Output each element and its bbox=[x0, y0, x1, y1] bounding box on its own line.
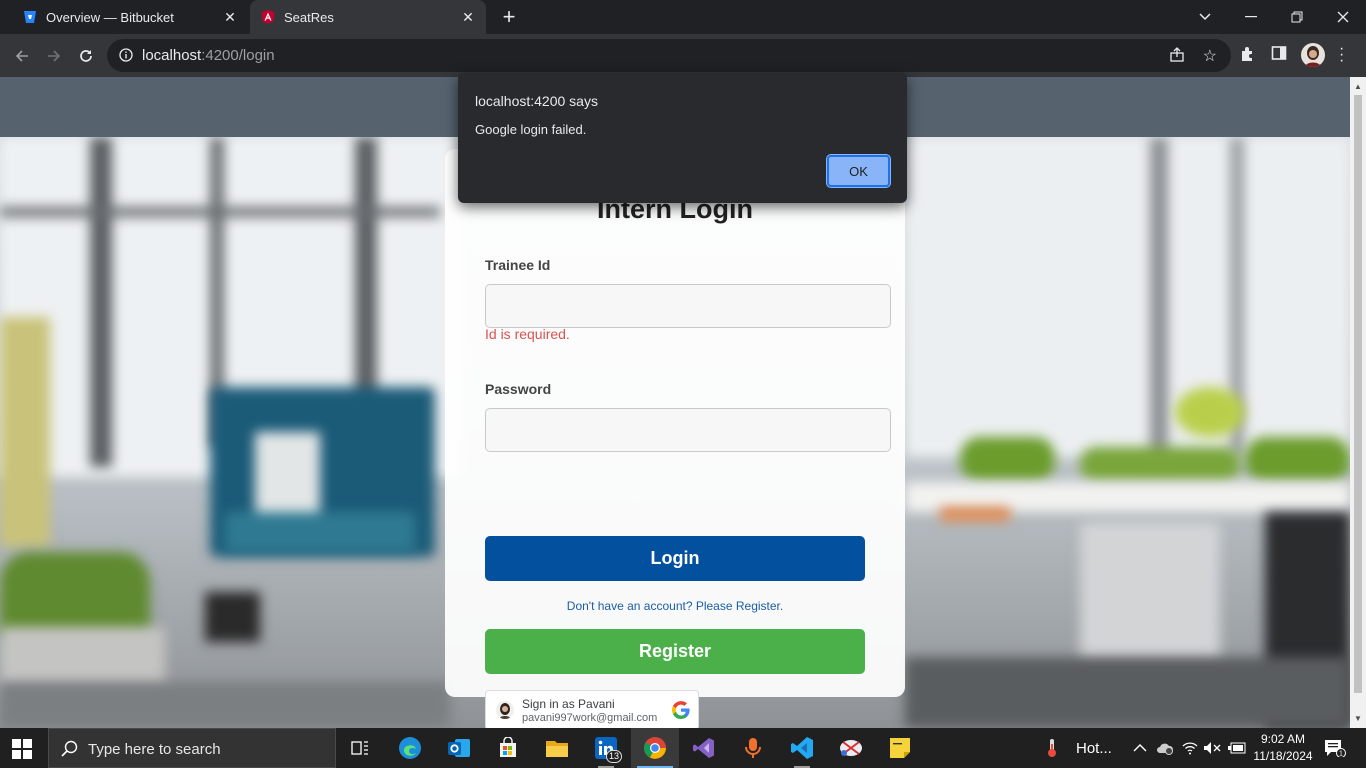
search-icon bbox=[61, 740, 79, 763]
alert-dialog: localhost:4200 says Google login failed.… bbox=[458, 73, 907, 203]
windows-start-icon[interactable] bbox=[12, 739, 32, 764]
bookmark-star-icon[interactable]: ☆ bbox=[1203, 46, 1217, 66]
trainee-id-label: Trainee Id bbox=[485, 257, 551, 273]
weather-widget[interactable]: Hot... bbox=[1044, 728, 1112, 768]
restore-icon[interactable] bbox=[1274, 0, 1320, 34]
search-placeholder: Type here to search bbox=[88, 741, 221, 758]
register-button[interactable]: Register bbox=[485, 629, 865, 674]
side-panel-icon[interactable] bbox=[1271, 45, 1287, 66]
tab-seatres[interactable]: SeatRes ✕ bbox=[250, 0, 486, 34]
tab-search-icon[interactable] bbox=[1182, 0, 1228, 34]
chrome-icon[interactable] bbox=[631, 728, 679, 768]
dialog-message: Google login failed. bbox=[475, 122, 587, 137]
microsoft-store-icon[interactable] bbox=[484, 728, 532, 768]
google-account-name: Sign in as Pavani bbox=[522, 697, 615, 711]
google-sign-in-button[interactable]: Sign in as Pavani pavani997work@gmail.co… bbox=[485, 690, 699, 728]
scroll-up-icon[interactable]: ▲ bbox=[1354, 82, 1362, 91]
login-button[interactable]: Login bbox=[485, 536, 865, 581]
page-scrollbar[interactable]: ▲ ▼ bbox=[1350, 77, 1366, 728]
task-view-icon[interactable] bbox=[336, 728, 384, 768]
snipping-tool-icon[interactable] bbox=[827, 728, 875, 768]
clock-time: 9:02 AM bbox=[1260, 732, 1306, 746]
bitbucket-icon bbox=[22, 9, 38, 25]
volume-muted-icon[interactable] bbox=[1203, 728, 1221, 768]
battery-icon[interactable] bbox=[1228, 728, 1246, 768]
edge-icon[interactable] bbox=[386, 728, 434, 768]
password-label: Password bbox=[485, 381, 552, 397]
close-window-icon[interactable] bbox=[1320, 0, 1366, 34]
show-hidden-icons-icon[interactable] bbox=[1133, 728, 1147, 768]
microphone-icon[interactable] bbox=[729, 728, 777, 768]
share-icon[interactable] bbox=[1169, 47, 1185, 68]
google-account-email: pavani997work@gmail.com bbox=[522, 712, 658, 724]
vscode-icon[interactable] bbox=[778, 728, 826, 768]
linkedin-icon[interactable]: 13 bbox=[582, 728, 630, 768]
onedrive-icon[interactable] bbox=[1156, 728, 1174, 768]
linkedin-badge: 13 bbox=[605, 750, 622, 763]
angular-icon bbox=[260, 9, 276, 25]
taskbar-search-box[interactable]: Type here to search bbox=[48, 728, 336, 768]
google-icon bbox=[672, 701, 690, 724]
close-tab-icon[interactable]: ✕ bbox=[460, 9, 476, 25]
notification-icon[interactable]: 1 bbox=[1324, 739, 1346, 762]
trainee-id-input[interactable] bbox=[485, 284, 891, 328]
password-input[interactable] bbox=[485, 408, 891, 452]
reload-icon[interactable] bbox=[73, 43, 99, 69]
menu-icon[interactable]: · · · bbox=[1339, 41, 1344, 69]
windows-taskbar: Type here to search 13 Hot... 9:02 AM 11… bbox=[0, 728, 1366, 768]
scroll-down-icon[interactable]: ▼ bbox=[1354, 714, 1362, 723]
tab-label: SeatRes bbox=[284, 9, 334, 25]
browser-toolbar: localhost:4200/login ☆ · · · bbox=[0, 34, 1366, 77]
dialog-title: localhost:4200 says bbox=[475, 93, 598, 109]
visual-studio-icon[interactable] bbox=[680, 728, 728, 768]
weather-text: Hot... bbox=[1076, 739, 1112, 757]
sticky-notes-icon[interactable] bbox=[876, 728, 924, 768]
outlook-icon[interactable] bbox=[435, 728, 483, 768]
login-card: Intern Login Trainee Id Id is required. … bbox=[445, 149, 905, 728]
close-tab-icon[interactable]: ✕ bbox=[222, 9, 238, 25]
tab-label: Overview — Bitbucket bbox=[46, 9, 174, 25]
notification-count: 1 bbox=[1339, 751, 1343, 758]
back-icon[interactable] bbox=[9, 43, 35, 69]
browser-tab-strip: Overview — Bitbucket ✕ SeatRes ✕ + bbox=[0, 0, 1366, 34]
register-link[interactable]: Don't have an account? Please Register. bbox=[445, 599, 905, 613]
system-clock[interactable]: 9:02 AM 11/18/2024 bbox=[1248, 731, 1318, 765]
thermometer-icon bbox=[1048, 739, 1056, 757]
extensions-icon[interactable] bbox=[1239, 45, 1257, 68]
profile-avatar[interactable] bbox=[1301, 43, 1325, 67]
file-explorer-icon[interactable] bbox=[533, 728, 581, 768]
address-bar[interactable]: localhost:4200/login ☆ bbox=[107, 39, 1231, 72]
new-tab-icon[interactable]: + bbox=[498, 6, 520, 28]
minimize-icon[interactable] bbox=[1228, 0, 1274, 34]
scrollbar-thumb[interactable] bbox=[1354, 95, 1362, 693]
url-text: localhost:4200/login bbox=[142, 47, 275, 64]
site-info-icon[interactable] bbox=[119, 48, 133, 67]
trainee-id-error: Id is required. bbox=[485, 326, 570, 342]
dialog-ok-button[interactable]: OK bbox=[826, 154, 891, 188]
clock-date: 11/18/2024 bbox=[1253, 749, 1313, 763]
forward-icon[interactable] bbox=[41, 43, 67, 69]
google-account-avatar bbox=[496, 701, 514, 719]
network-icon[interactable] bbox=[1182, 728, 1198, 768]
tab-bitbucket[interactable]: Overview — Bitbucket ✕ bbox=[8, 0, 248, 34]
